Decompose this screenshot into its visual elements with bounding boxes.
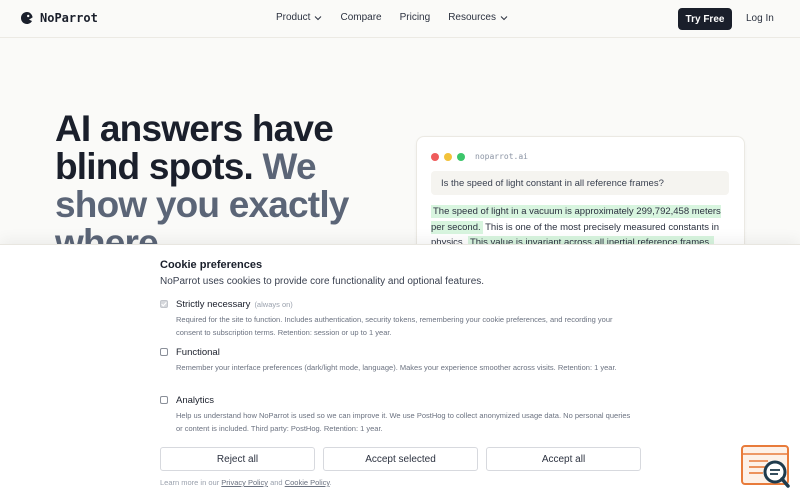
yellow-dot-icon xyxy=(444,153,452,161)
option-name: Strictly necessary (always on) xyxy=(176,299,293,310)
hero-line-2b: We xyxy=(262,146,317,187)
option-name-label: Strictly necessary xyxy=(176,299,251,310)
parrot-logo-icon xyxy=(21,12,33,24)
demo-question: Is the speed of light constant in all re… xyxy=(431,171,729,195)
strictly-necessary-checkbox xyxy=(160,300,168,308)
always-on-tag: (always on) xyxy=(254,300,293,309)
try-free-button[interactable]: Try Free xyxy=(678,8,732,30)
option-description: Required for the site to function. Inclu… xyxy=(176,315,613,337)
accept-selected-button[interactable]: Accept selected xyxy=(323,447,478,471)
option-description: Help us understand how NoParrot is used … xyxy=(176,411,631,433)
brand-logo[interactable]: NoParrot xyxy=(20,11,98,25)
check-icon xyxy=(161,302,167,307)
privacy-policy-link[interactable]: Privacy Policy xyxy=(221,478,268,487)
option-description: Remember your interface preferences (dar… xyxy=(176,363,617,372)
nav-pricing-label: Pricing xyxy=(399,12,431,23)
functional-checkbox[interactable] xyxy=(160,348,168,356)
hero-line-1: AI answers have xyxy=(55,108,334,149)
green-dot-icon xyxy=(457,153,465,161)
chevron-down-icon xyxy=(500,15,508,20)
analytics-checkbox[interactable] xyxy=(160,396,168,404)
chevron-down-icon xyxy=(315,15,322,20)
nav-resources-label: Resources xyxy=(448,12,496,23)
hero-line-3: show you exactly xyxy=(55,184,349,225)
nav-product[interactable]: Product xyxy=(276,12,322,23)
footer-prefix: Learn more in our xyxy=(160,478,220,487)
cookie-policy-link[interactable]: Cookie Policy xyxy=(285,478,330,487)
cookie-preferences-panel: Cookie preferences NoParrot uses cookies… xyxy=(0,244,800,500)
reject-all-button[interactable]: Reject all xyxy=(160,447,315,471)
login-link[interactable]: Log In xyxy=(746,13,774,24)
cookie-footer: Learn more in our Privacy Policy and Coo… xyxy=(160,478,332,487)
nav-pricing[interactable]: Pricing xyxy=(400,12,431,23)
top-nav: NoParrot Product Compare Pricing Resourc… xyxy=(0,0,800,38)
nav-compare-label: Compare xyxy=(340,12,382,23)
red-dot-icon xyxy=(431,153,439,161)
brand-name: NoParrot xyxy=(40,11,98,25)
hero-line-2: blind spots. We xyxy=(55,148,395,186)
cookie-intro: NoParrot uses cookies to provide core fu… xyxy=(160,276,485,287)
nav-compare[interactable]: Compare xyxy=(340,12,381,23)
option-name: Functional xyxy=(176,347,220,358)
window-controls xyxy=(431,153,465,161)
option-name: Analytics xyxy=(176,395,215,406)
footer-and: and xyxy=(270,478,283,487)
footer-suffix: . xyxy=(329,478,332,487)
hero-headline: AI answers have blind spots. We show you… xyxy=(55,110,395,262)
nav-resources[interactable]: Resources xyxy=(448,12,508,23)
document-search-icon[interactable] xyxy=(740,444,792,490)
nav-product-label: Product xyxy=(276,12,311,23)
accept-all-button[interactable]: Accept all xyxy=(486,447,641,471)
nav-links: Product Compare Pricing Resources xyxy=(276,12,508,23)
cookie-actions: Reject all Accept selected Accept all xyxy=(160,447,641,471)
cookie-title: Cookie preferences xyxy=(160,259,263,271)
demo-url: noparrot.ai xyxy=(475,152,528,161)
hero-line-2a: blind spots. xyxy=(55,146,254,187)
